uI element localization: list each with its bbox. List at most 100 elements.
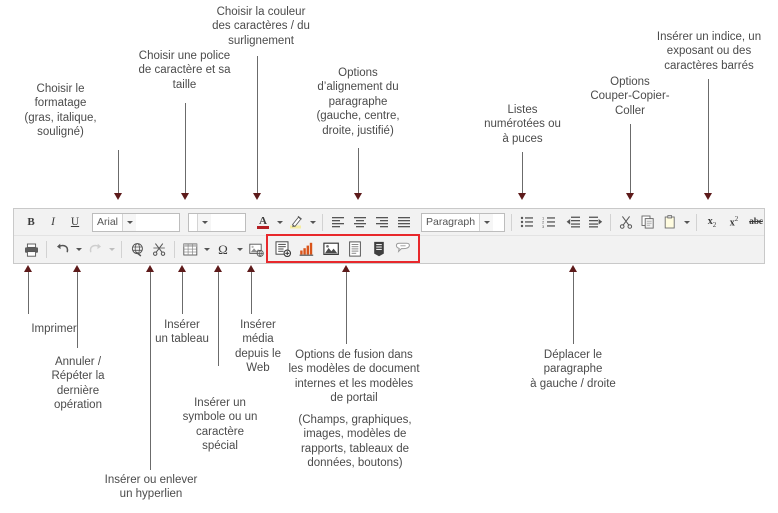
chevron-down-icon (483, 220, 490, 224)
arrowhead-color (253, 193, 261, 200)
divider (610, 213, 611, 231)
leader-line-indent (573, 272, 574, 344)
table-button[interactable] (179, 239, 201, 260)
chevron-down-icon (75, 248, 82, 251)
leader-line-undo-redo (77, 272, 78, 348)
subscript-icon: x2 (707, 215, 717, 229)
align-center-icon (354, 217, 366, 228)
print-button[interactable] (20, 239, 42, 260)
undo-button[interactable] (51, 239, 73, 260)
chart-button[interactable] (295, 238, 319, 260)
leader-line-print (28, 272, 29, 314)
annotation-alignment: Options d’alignement du paragraphe (gauc… (316, 67, 400, 137)
divider (174, 241, 175, 258)
chevron-down-icon (683, 220, 690, 224)
redo-dropdown-button[interactable] (106, 239, 117, 260)
bullet-list-icon (520, 216, 533, 228)
bullet-list-button[interactable] (516, 212, 538, 233)
highlight-color-dropdown-button[interactable] (307, 212, 318, 233)
merge-field-button[interactable] (271, 238, 295, 260)
leader-line-table (182, 272, 183, 314)
redo-icon (89, 243, 101, 253)
arrowhead-alignment (354, 193, 362, 200)
font-family-select[interactable]: Arial (92, 212, 180, 232)
strikethrough-icon: abc (749, 217, 763, 227)
strikethrough-button[interactable]: abc (745, 212, 767, 233)
arrowhead-clipboard (626, 193, 634, 200)
button-widget-button[interactable] (391, 238, 415, 260)
unlink-button[interactable] (148, 239, 170, 260)
align-right-button[interactable] (371, 212, 393, 233)
underline-button[interactable]: U (64, 212, 86, 233)
merge-field-icon (275, 240, 291, 257)
image-button[interactable] (319, 238, 343, 260)
divider (121, 241, 122, 258)
paragraph-style-select[interactable]: Paragraph (421, 212, 505, 232)
table-dropdown-button[interactable] (201, 239, 212, 260)
indent-icon (588, 216, 602, 228)
copy-button[interactable] (637, 212, 659, 233)
divider (46, 241, 47, 258)
arrowhead-table (178, 265, 186, 272)
text-color-icon: A (259, 215, 267, 227)
font-size-select[interactable] (188, 212, 246, 232)
chevron-down-icon (309, 220, 316, 224)
text-color-swatch (257, 226, 269, 229)
highlight-color-button[interactable] (285, 212, 307, 233)
annotation-formatting: Choisir le formatage (gras, italique, so… (24, 83, 97, 139)
leader-line-clipboard (630, 124, 631, 194)
merge-tools-highlight-box (266, 234, 420, 263)
font-size-dropdown-button[interactable] (197, 213, 211, 231)
undo-dropdown-button[interactable] (73, 239, 84, 260)
annotation-table: Insérer un tableau (155, 319, 209, 346)
chevron-down-icon (203, 248, 210, 251)
numbered-list-icon: 1 2 3 (542, 216, 555, 228)
hyperlink-button[interactable] (126, 239, 148, 260)
symbol-button[interactable]: Ω (212, 239, 234, 260)
italic-button[interactable]: I (42, 212, 64, 233)
align-left-button[interactable] (327, 212, 349, 233)
bold-icon: B (27, 216, 35, 228)
arrowhead-hyperlink (146, 265, 154, 272)
numbered-list-button[interactable]: 1 2 3 (538, 212, 560, 233)
bold-button[interactable]: B (20, 212, 42, 233)
rich-text-editor-toolbar: B I U Arial A Paragraph 1 2 3 x2 x2 abc … (13, 208, 765, 264)
data-table-icon (374, 241, 384, 256)
redo-button[interactable] (84, 239, 106, 260)
svg-text:3: 3 (542, 224, 545, 228)
paragraph-style-value: Paragraph (426, 216, 476, 228)
leader-line-alignment (358, 148, 359, 194)
arrowhead-formatting (114, 193, 122, 200)
align-justify-button[interactable] (393, 212, 415, 233)
leader-line-symbol (218, 272, 219, 366)
arrowhead-web-media (247, 265, 255, 272)
web-media-button[interactable] (245, 239, 267, 260)
superscript-button[interactable]: x2 (723, 212, 745, 233)
symbol-dropdown-button[interactable] (234, 239, 245, 260)
annotation-merge: Options de fusion dans les modèles de do… (288, 349, 420, 405)
font-size-value (189, 214, 197, 231)
subscript-button[interactable]: x2 (701, 212, 723, 233)
outdent-button[interactable] (562, 212, 584, 233)
cut-button[interactable] (615, 212, 637, 233)
paste-button[interactable] (659, 212, 681, 233)
annotation-print: Imprimer (31, 323, 77, 335)
leader-line-formatting (118, 150, 119, 194)
report-template-button[interactable] (343, 238, 367, 260)
scissors-icon (619, 216, 633, 229)
leader-line-web-media (251, 272, 252, 314)
paragraph-style-dropdown-button[interactable] (479, 213, 494, 231)
paste-dropdown-button[interactable] (681, 212, 692, 233)
font-family-dropdown-button[interactable] (122, 213, 137, 231)
annotation-undo-redo: Annuler / Répéter la dernière opération (51, 356, 105, 412)
arrowhead-merge (342, 265, 350, 272)
outdent-icon (566, 216, 580, 228)
chevron-down-icon (108, 248, 115, 251)
indent-button[interactable] (584, 212, 606, 233)
data-table-button[interactable] (367, 238, 391, 260)
text-color-dropdown-button[interactable] (274, 212, 285, 233)
text-color-button[interactable]: A (252, 212, 274, 233)
align-center-button[interactable] (349, 212, 371, 233)
highlight-color-icon (290, 215, 302, 228)
annotation-merge-detail: (Champs, graphiques, images, modèles de … (298, 414, 412, 470)
